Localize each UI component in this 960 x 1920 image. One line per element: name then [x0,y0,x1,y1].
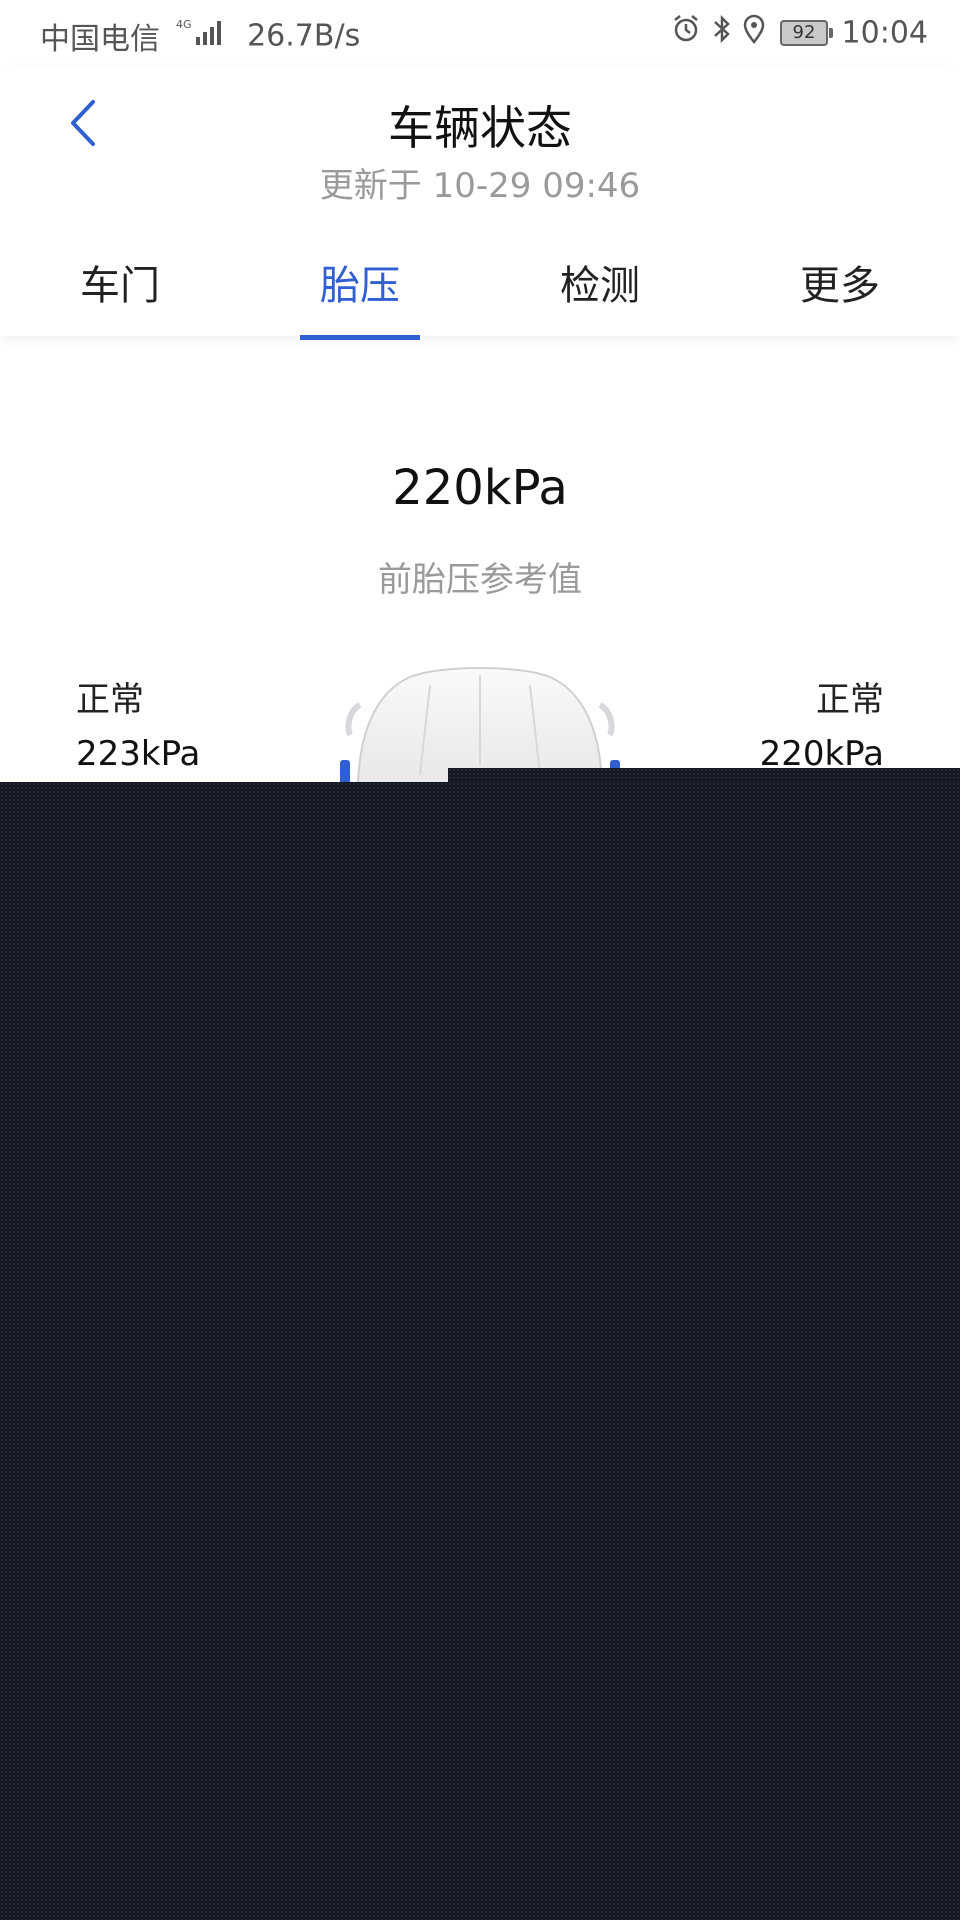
bluetooth-icon [711,14,743,52]
header: 车辆状态 更新于 10-29 09:46 车门 胎压 检测 更多 [0,66,960,340]
network-type-label: 4G [176,18,192,31]
tab-bar: 车门 胎压 检测 更多 [0,236,960,340]
network-speed: 26.7B/s [247,18,361,54]
clock: 10:04 [841,15,928,51]
page-title: 车辆状态 [388,101,572,155]
front-reference-label: 前胎压参考值 [378,560,582,600]
location-icon [742,14,776,52]
tab-more[interactable]: 更多 [720,236,960,336]
tab-doors[interactable]: 车门 [0,236,240,336]
status-bar-left: 中国电信 4G 26.7B/s [40,14,360,58]
front-left-status: 正常 [76,680,144,720]
alarm-icon [671,15,711,52]
front-left-pressure: 223kPa [76,734,201,774]
front-right-status: 正常 [816,680,884,720]
tab-tire-pressure-label: 胎压 [320,263,400,309]
front-reference-value: 220kPa [392,460,568,516]
active-tab-indicator [300,335,420,340]
battery-icon: 92 [779,20,833,46]
status-bar: 中国电信 4G 26.7B/s 92 10:04 [0,0,960,66]
status-bar-right: 92 10:04 [671,14,928,52]
tab-inspection[interactable]: 检测 [480,236,720,336]
tab-tire-pressure[interactable]: 胎压 [240,236,480,340]
update-time: 更新于 10-29 09:46 [319,166,641,206]
dark-overlay [0,782,960,1920]
signal-icon: 4G [176,17,228,55]
carrier-name: 中国电信 [40,22,160,57]
